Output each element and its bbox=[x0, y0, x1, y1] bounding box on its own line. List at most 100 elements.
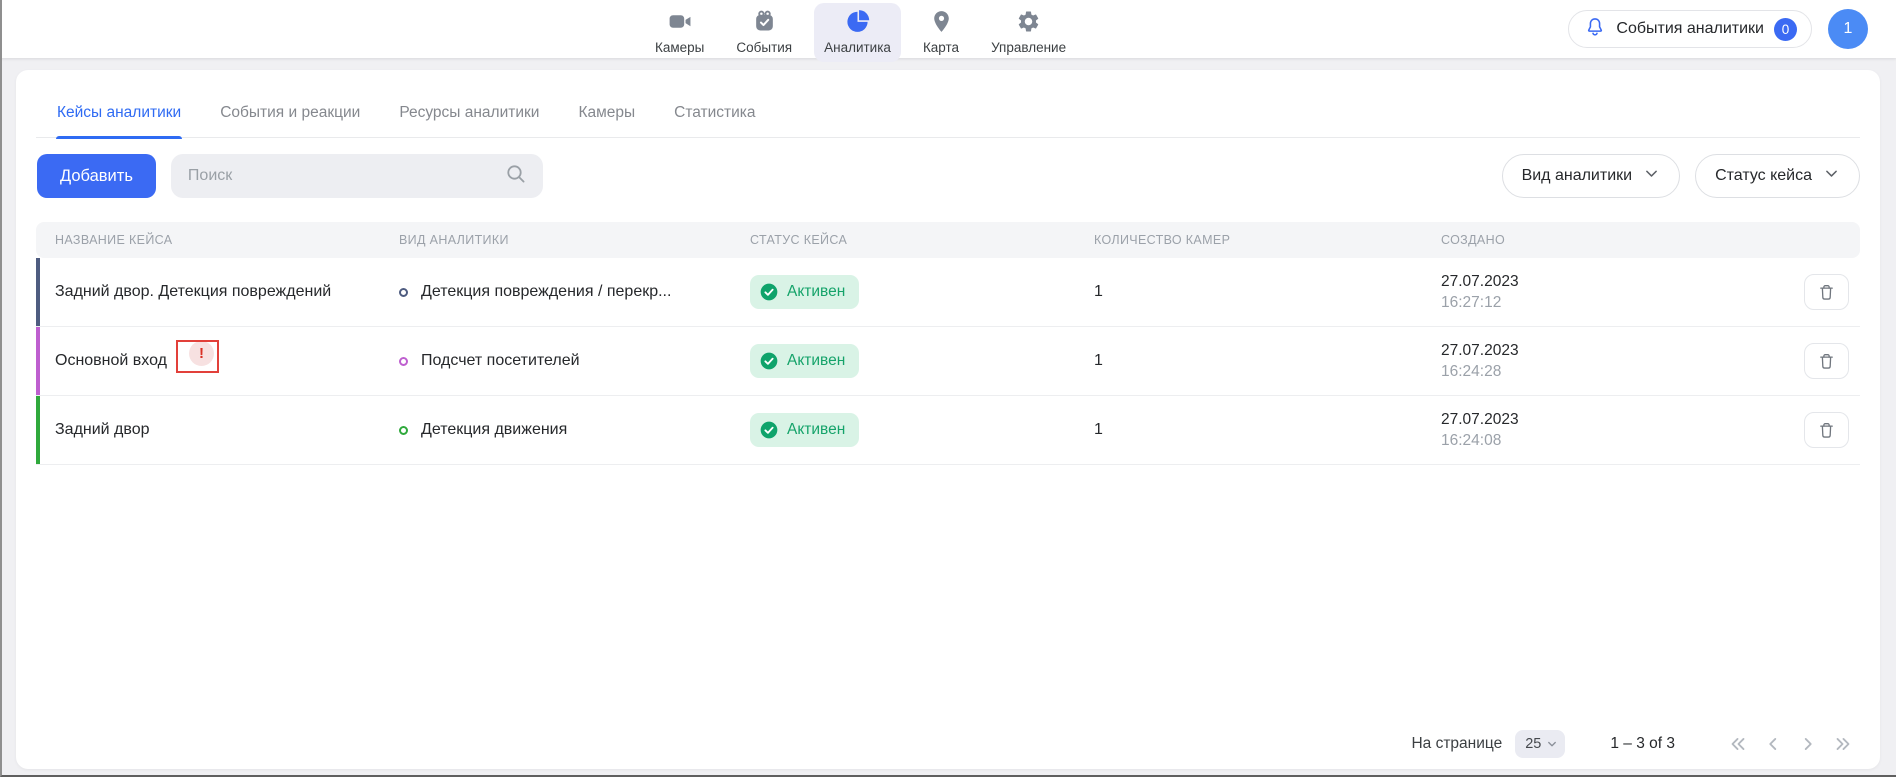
check-circle-icon bbox=[759, 282, 779, 302]
status-badge: Активен bbox=[750, 344, 859, 378]
next-page-button[interactable] bbox=[1797, 733, 1819, 755]
actions-cell bbox=[1804, 412, 1860, 448]
nav-item-label: Аналитика bbox=[824, 40, 891, 55]
analytics-type-ring-icon bbox=[399, 288, 408, 297]
case-status-filter[interactable]: Статус кейса bbox=[1695, 154, 1860, 198]
created-cell: 27.07.2023 16:24:28 bbox=[1441, 342, 1804, 381]
table-row[interactable]: ! Основной вход Подсчет посетителей Акти… bbox=[36, 327, 1860, 396]
double-chevron-left-icon bbox=[1727, 733, 1749, 755]
pagination-range: 1 – 3 of 3 bbox=[1610, 735, 1675, 753]
case-name: Задний двор bbox=[55, 421, 399, 439]
nav-item-management[interactable]: Управление bbox=[981, 3, 1076, 62]
search-input[interactable] bbox=[188, 167, 504, 185]
nav-item-map[interactable]: Карта bbox=[913, 3, 969, 62]
created-time: 16:27:12 bbox=[1441, 294, 1804, 312]
case-status-cell: Активен bbox=[750, 275, 1094, 309]
tab-analytics-resources[interactable]: Ресурсы аналитики bbox=[398, 98, 540, 137]
delete-case-button[interactable] bbox=[1804, 412, 1849, 448]
created-date: 27.07.2023 bbox=[1441, 342, 1804, 360]
actions-cell bbox=[1804, 274, 1860, 310]
case-status-filter-label: Статус кейса bbox=[1715, 167, 1812, 185]
camera-count: 1 bbox=[1094, 352, 1441, 370]
search-icon bbox=[504, 162, 528, 191]
status-badge: Активен bbox=[750, 413, 859, 447]
annotation-highlight-rectangle bbox=[176, 340, 219, 373]
nav-item-events[interactable]: События bbox=[726, 3, 802, 62]
analytics-type-label: Подсчет посетителей bbox=[421, 352, 580, 370]
per-page-label: На странице bbox=[1411, 735, 1502, 753]
delete-case-button[interactable] bbox=[1804, 343, 1849, 379]
case-name: Задний двор. Детекция повреждений bbox=[55, 283, 399, 301]
row-accent-bar bbox=[36, 396, 40, 464]
nav-item-cameras[interactable]: Камеры bbox=[645, 3, 714, 62]
trash-icon bbox=[1816, 282, 1837, 303]
analytics-type-filter[interactable]: Вид аналитики bbox=[1502, 154, 1681, 198]
analytics-type-ring-icon bbox=[399, 426, 408, 435]
trash-icon bbox=[1816, 420, 1837, 441]
case-name: Основной вход bbox=[55, 352, 399, 370]
top-bar: Камеры События Аналитика bbox=[0, 0, 1896, 58]
case-status-cell: Активен bbox=[750, 413, 1094, 447]
created-time: 16:24:28 bbox=[1441, 363, 1804, 381]
per-page-value: 25 bbox=[1525, 736, 1541, 752]
chevron-down-icon bbox=[1643, 165, 1660, 187]
status-badge: Активен bbox=[750, 275, 859, 309]
search-box[interactable] bbox=[171, 154, 543, 198]
cases-table: НАЗВАНИЕ КЕЙСА ВИД АНАЛИТИКИ СТАТУС КЕЙС… bbox=[36, 222, 1860, 465]
toolbar: Добавить Вид аналитики Статус кейса bbox=[37, 154, 1860, 198]
first-page-button[interactable] bbox=[1727, 733, 1749, 755]
column-header-camera-count: КОЛИЧЕСТВО КАМЕР bbox=[1094, 233, 1441, 247]
camera-count: 1 bbox=[1094, 283, 1441, 301]
chevron-right-icon bbox=[1797, 733, 1819, 755]
trash-icon bbox=[1816, 351, 1837, 372]
chevron-down-icon bbox=[1546, 738, 1558, 750]
main-navigation: Камеры События Аналитика bbox=[645, 3, 1076, 62]
map-pin-icon bbox=[929, 9, 954, 37]
tab-analytics-cases[interactable]: Кейсы аналитики bbox=[56, 98, 182, 137]
tab-statistics[interactable]: Статистика bbox=[673, 98, 756, 137]
chevron-down-icon bbox=[1823, 165, 1840, 187]
top-bar-right: События аналитики 0 1 bbox=[1568, 0, 1868, 58]
table-row[interactable]: Задний двор Детекция движения Активен 1 … bbox=[36, 396, 1860, 465]
previous-page-button[interactable] bbox=[1762, 733, 1784, 755]
double-chevron-right-icon bbox=[1832, 733, 1854, 755]
content-card: Кейсы аналитики События и реакции Ресурс… bbox=[16, 70, 1880, 769]
created-time: 16:24:08 bbox=[1441, 432, 1804, 450]
column-header-analytics-type: ВИД АНАЛИТИКИ bbox=[399, 233, 750, 247]
last-page-button[interactable] bbox=[1832, 733, 1854, 755]
tab-cameras[interactable]: Камеры bbox=[577, 98, 636, 137]
status-label: Активен bbox=[787, 283, 845, 301]
table-header-row: НАЗВАНИЕ КЕЙСА ВИД АНАЛИТИКИ СТАТУС КЕЙС… bbox=[36, 222, 1860, 258]
actions-cell bbox=[1804, 343, 1860, 379]
status-label: Активен bbox=[787, 421, 845, 439]
row-accent-bar bbox=[36, 258, 40, 326]
created-cell: 27.07.2023 16:24:08 bbox=[1441, 411, 1804, 450]
pie-chart-icon bbox=[845, 9, 870, 37]
analytics-events-button[interactable]: События аналитики 0 bbox=[1568, 10, 1812, 48]
bell-icon bbox=[1584, 16, 1606, 43]
analytics-type-label: Детекция повреждения / перекр... bbox=[421, 283, 671, 301]
user-avatar[interactable]: 1 bbox=[1828, 9, 1868, 49]
add-case-button[interactable]: Добавить bbox=[37, 154, 156, 198]
row-accent-bar bbox=[36, 327, 40, 395]
status-label: Активен bbox=[787, 352, 845, 370]
pagination-bar: На странице 25 1 – 3 of 3 bbox=[1411, 730, 1854, 758]
created-cell: 27.07.2023 16:27:12 bbox=[1441, 273, 1804, 312]
table-row[interactable]: Задний двор. Детекция повреждений Детекц… bbox=[36, 258, 1860, 327]
chevron-left-icon bbox=[1762, 733, 1784, 755]
analytics-events-label: События аналитики bbox=[1616, 20, 1764, 38]
case-status-cell: Активен bbox=[750, 344, 1094, 378]
delete-case-button[interactable] bbox=[1804, 274, 1849, 310]
check-circle-icon bbox=[759, 351, 779, 371]
analytics-type-cell: Подсчет посетителей bbox=[399, 352, 750, 370]
analytics-type-filter-label: Вид аналитики bbox=[1522, 167, 1633, 185]
tab-events-and-reactions[interactable]: События и реакции bbox=[219, 98, 361, 137]
nav-item-label: Карта bbox=[923, 40, 959, 55]
video-camera-icon bbox=[667, 9, 692, 37]
nav-item-analytics[interactable]: Аналитика bbox=[814, 3, 901, 62]
analytics-type-cell: Детекция повреждения / перекр... bbox=[399, 283, 750, 301]
per-page-select[interactable]: 25 bbox=[1515, 730, 1565, 758]
analytics-type-cell: Детекция движения bbox=[399, 421, 750, 439]
created-date: 27.07.2023 bbox=[1441, 273, 1804, 291]
calendar-check-icon bbox=[752, 9, 777, 37]
